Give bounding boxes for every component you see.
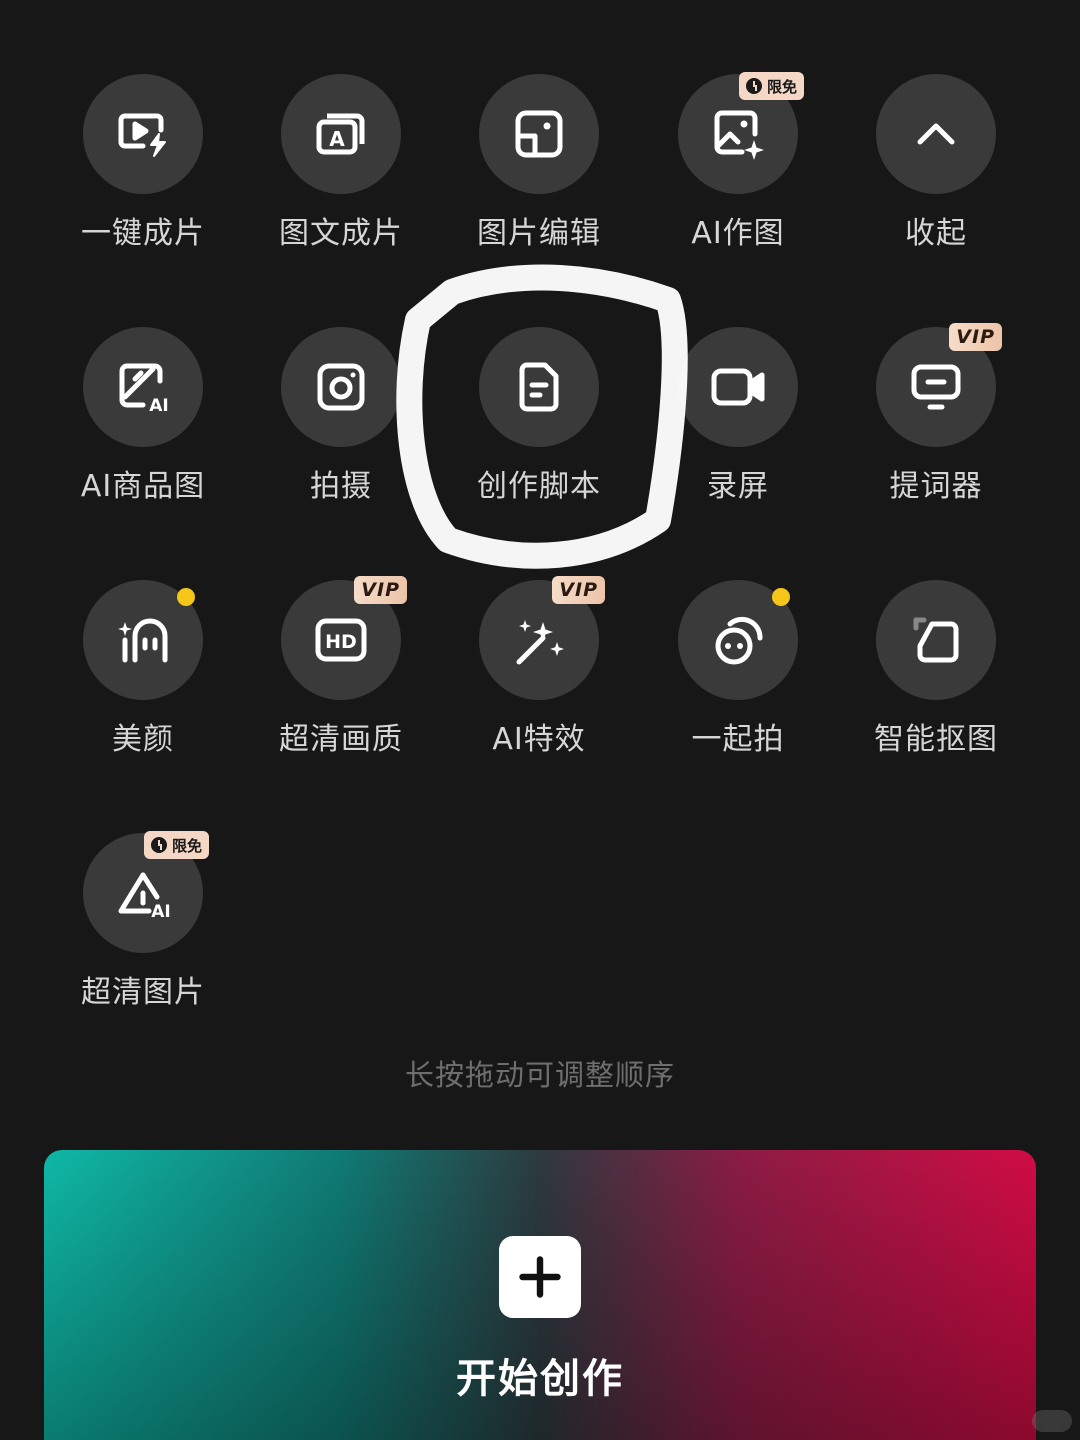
tool-text-to-video[interactable]: A 图文成片	[241, 74, 441, 274]
svg-text:HD: HD	[325, 631, 357, 653]
screen-record-icon	[678, 327, 798, 447]
new-dot	[772, 588, 790, 606]
camera-icon	[281, 327, 401, 447]
tool-camera[interactable]: 拍摄	[241, 327, 441, 527]
chevron-up-icon	[876, 74, 996, 194]
cutout-icon	[876, 580, 996, 700]
vip-badge: VIP	[354, 576, 407, 604]
magic-wand-icon: VIP	[479, 576, 605, 700]
tool-label: AI特效	[492, 722, 586, 757]
tool-label: AI作图	[691, 216, 785, 251]
tool-label: 美颜	[112, 722, 174, 757]
tool-label: 录屏	[707, 469, 769, 504]
free-badge: 限免	[738, 72, 804, 100]
tool-smart-cutout[interactable]: 智能抠图	[836, 580, 1036, 780]
tool-teleprompter[interactable]: VIP 提词器	[836, 323, 1036, 527]
tool-one-click-video[interactable]: 一键成片	[43, 74, 243, 274]
image-edit-icon	[479, 74, 599, 194]
tool-label: 创作脚本	[477, 469, 601, 504]
tool-shoot-together[interactable]: 一起拍	[638, 580, 838, 780]
beauty-icon	[83, 580, 203, 700]
ai-image-icon: 限免	[678, 72, 804, 194]
tool-label: AI商品图	[80, 469, 206, 504]
ai-enhance-image-icon: AI 限免	[83, 831, 209, 953]
tool-collapse[interactable]: 收起	[836, 74, 1036, 274]
tool-ai-image[interactable]: 限免 AI作图	[638, 72, 838, 274]
tools-panel: 一键成片 A 图文成片 图片编辑 限免 AI作图 收起 AI AI商品图 拍摄 …	[0, 0, 1080, 1440]
hd-icon: HD VIP	[281, 576, 407, 700]
tool-label: 提词器	[889, 469, 983, 504]
tool-label: 图文成片	[279, 216, 403, 251]
start-creating-button[interactable]: 开始创作	[44, 1150, 1036, 1440]
script-icon	[479, 327, 599, 447]
svg-text:AI: AI	[149, 396, 168, 416]
shoot-together-icon	[678, 580, 798, 700]
tool-screen-record[interactable]: 录屏	[638, 327, 838, 527]
tool-hd-image[interactable]: AI 限免 超清图片	[43, 831, 243, 1033]
ai-product-icon: AI	[83, 327, 203, 447]
tool-label: 超清图片	[81, 975, 205, 1010]
svg-text:A: A	[329, 127, 345, 151]
tool-label: 收起	[905, 216, 967, 251]
tool-ai-product[interactable]: AI AI商品图	[43, 327, 243, 527]
tool-label: 拍摄	[310, 469, 372, 504]
vip-badge: VIP	[949, 323, 1002, 351]
one-click-video-icon	[83, 74, 203, 194]
tool-label: 智能抠图	[874, 722, 998, 757]
tool-label: 图片编辑	[477, 216, 601, 251]
vip-badge: VIP	[552, 576, 605, 604]
tool-label: 超清画质	[279, 722, 403, 757]
reorder-hint: 长按拖动可调整顺序	[404, 1058, 675, 1092]
free-badge: 限免	[143, 831, 209, 859]
new-dot	[177, 588, 195, 606]
tool-script[interactable]: 创作脚本	[439, 327, 639, 527]
plus-icon	[499, 1236, 581, 1318]
text-to-video-icon: A	[281, 74, 401, 194]
svg-text:AI: AI	[151, 902, 170, 922]
tool-label: 一键成片	[81, 216, 205, 251]
watermark	[1032, 1410, 1072, 1432]
teleprompter-icon: VIP	[876, 323, 1002, 447]
tool-image-edit[interactable]: 图片编辑	[439, 74, 639, 274]
clock-icon	[150, 837, 167, 853]
tool-ai-effects[interactable]: VIP AI特效	[439, 576, 639, 780]
tool-label: 一起拍	[691, 722, 785, 757]
start-creating-label: 开始创作	[456, 1356, 624, 1402]
clock-icon	[745, 78, 762, 94]
tool-hd-quality[interactable]: HD VIP 超清画质	[241, 576, 441, 780]
tool-beauty[interactable]: 美颜	[43, 580, 243, 780]
